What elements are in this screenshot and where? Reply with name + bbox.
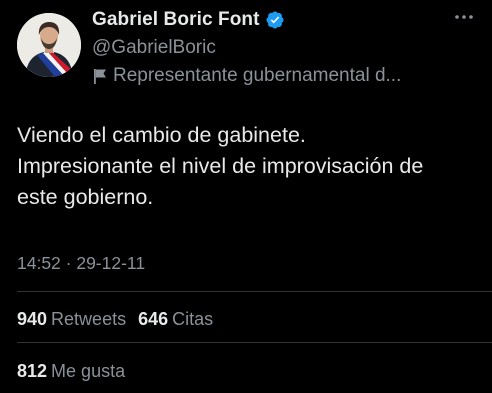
tweet-text-line: Impresionante el nivel de improvisación … xyxy=(17,154,424,178)
tweet-text-line: este gobierno. xyxy=(17,185,154,209)
avatar-photo xyxy=(17,13,81,77)
quotes-label: Citas xyxy=(172,309,214,329)
affiliation-label-text: Representante gubernamental d... xyxy=(113,65,402,86)
verified-badge-icon[interactable] xyxy=(265,10,285,30)
divider xyxy=(17,342,492,343)
name-row: Gabriel Boric Font xyxy=(92,8,472,32)
stats-row: 940 Retweets 646 Citas xyxy=(17,309,213,330)
avatar[interactable] xyxy=(17,13,81,77)
flag-icon xyxy=(93,67,107,85)
tweet-timestamp[interactable]: 14:52 · 29-12-11 xyxy=(17,253,145,274)
quotes-count: 646 xyxy=(138,309,169,329)
more-options-icon[interactable] xyxy=(454,12,474,22)
tweet-text-line: Viendo el cambio de gabinete. xyxy=(17,123,306,147)
retweets-stat[interactable]: 940 Retweets xyxy=(17,309,126,330)
affiliation-label[interactable]: Representante gubernamental d... xyxy=(92,64,472,88)
author-display-name[interactable]: Gabriel Boric Font xyxy=(92,9,260,31)
tweet-text: Viendo el cambio de gabinete. Impresiona… xyxy=(17,120,479,213)
tweet-card: Gabriel Boric Font @GabrielBoric Represe… xyxy=(0,0,492,393)
likes-count: 812 xyxy=(17,361,48,381)
author-header: Gabriel Boric Font @GabrielBoric Represe… xyxy=(92,8,472,88)
likes-label: Me gusta xyxy=(51,361,126,381)
likes-row: 812 Me gusta xyxy=(17,361,125,382)
likes-stat[interactable]: 812 Me gusta xyxy=(17,361,125,382)
author-handle[interactable]: @GabrielBoric xyxy=(92,36,472,60)
quotes-stat[interactable]: 646 Citas xyxy=(138,309,213,330)
retweets-count: 940 xyxy=(17,309,48,329)
retweets-label: Retweets xyxy=(51,309,127,329)
divider xyxy=(17,291,492,292)
